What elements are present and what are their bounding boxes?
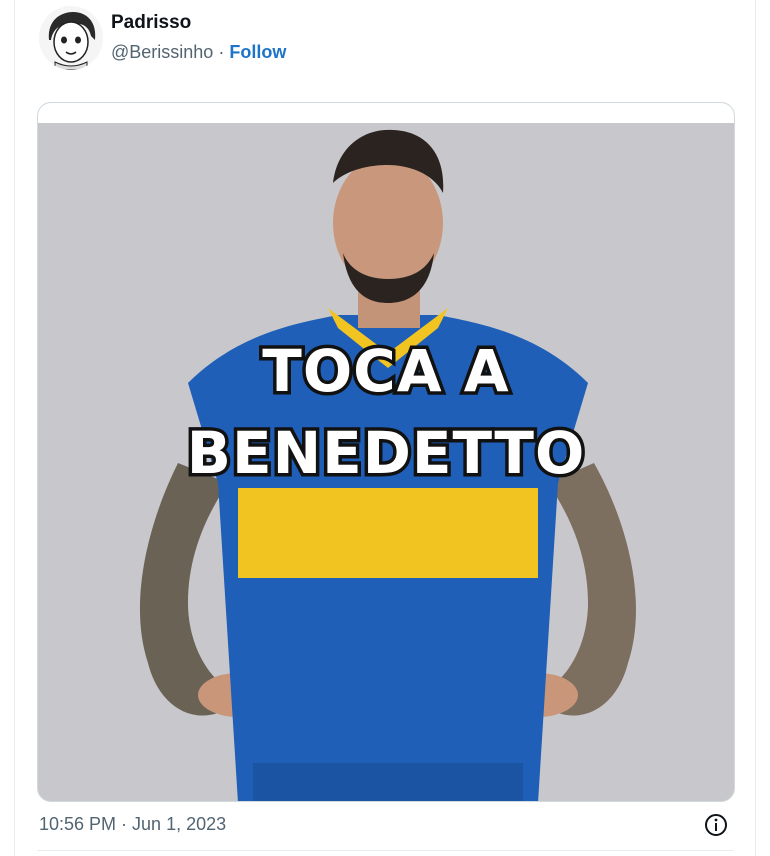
- avatar[interactable]: [39, 6, 103, 70]
- follow-button[interactable]: Follow: [229, 42, 286, 62]
- tweet-header: Padrisso @Berissinho · Follow: [39, 6, 719, 70]
- avatar-illustration: [39, 6, 103, 70]
- handle[interactable]: @Berissinho: [111, 42, 213, 62]
- caption-line-1: TOCA A: [262, 337, 509, 405]
- display-name[interactable]: Padrisso: [111, 12, 191, 34]
- info-icon[interactable]: [703, 812, 729, 838]
- tweet-media[interactable]: TOCA A BENEDETTO: [37, 102, 735, 802]
- tweet-card: Padrisso @Berissinho · Follow TOCA A BEN…: [14, 0, 756, 856]
- caption-line-2: BENEDETTO: [187, 419, 586, 487]
- footer-divider: [37, 850, 733, 851]
- separator: ·: [218, 42, 225, 62]
- tweet-timestamp[interactable]: 10:56 PM · Jun 1, 2023: [39, 814, 226, 835]
- handle-row: @Berissinho · Follow: [111, 42, 286, 63]
- media-image: TOCA A BENEDETTO: [38, 103, 734, 801]
